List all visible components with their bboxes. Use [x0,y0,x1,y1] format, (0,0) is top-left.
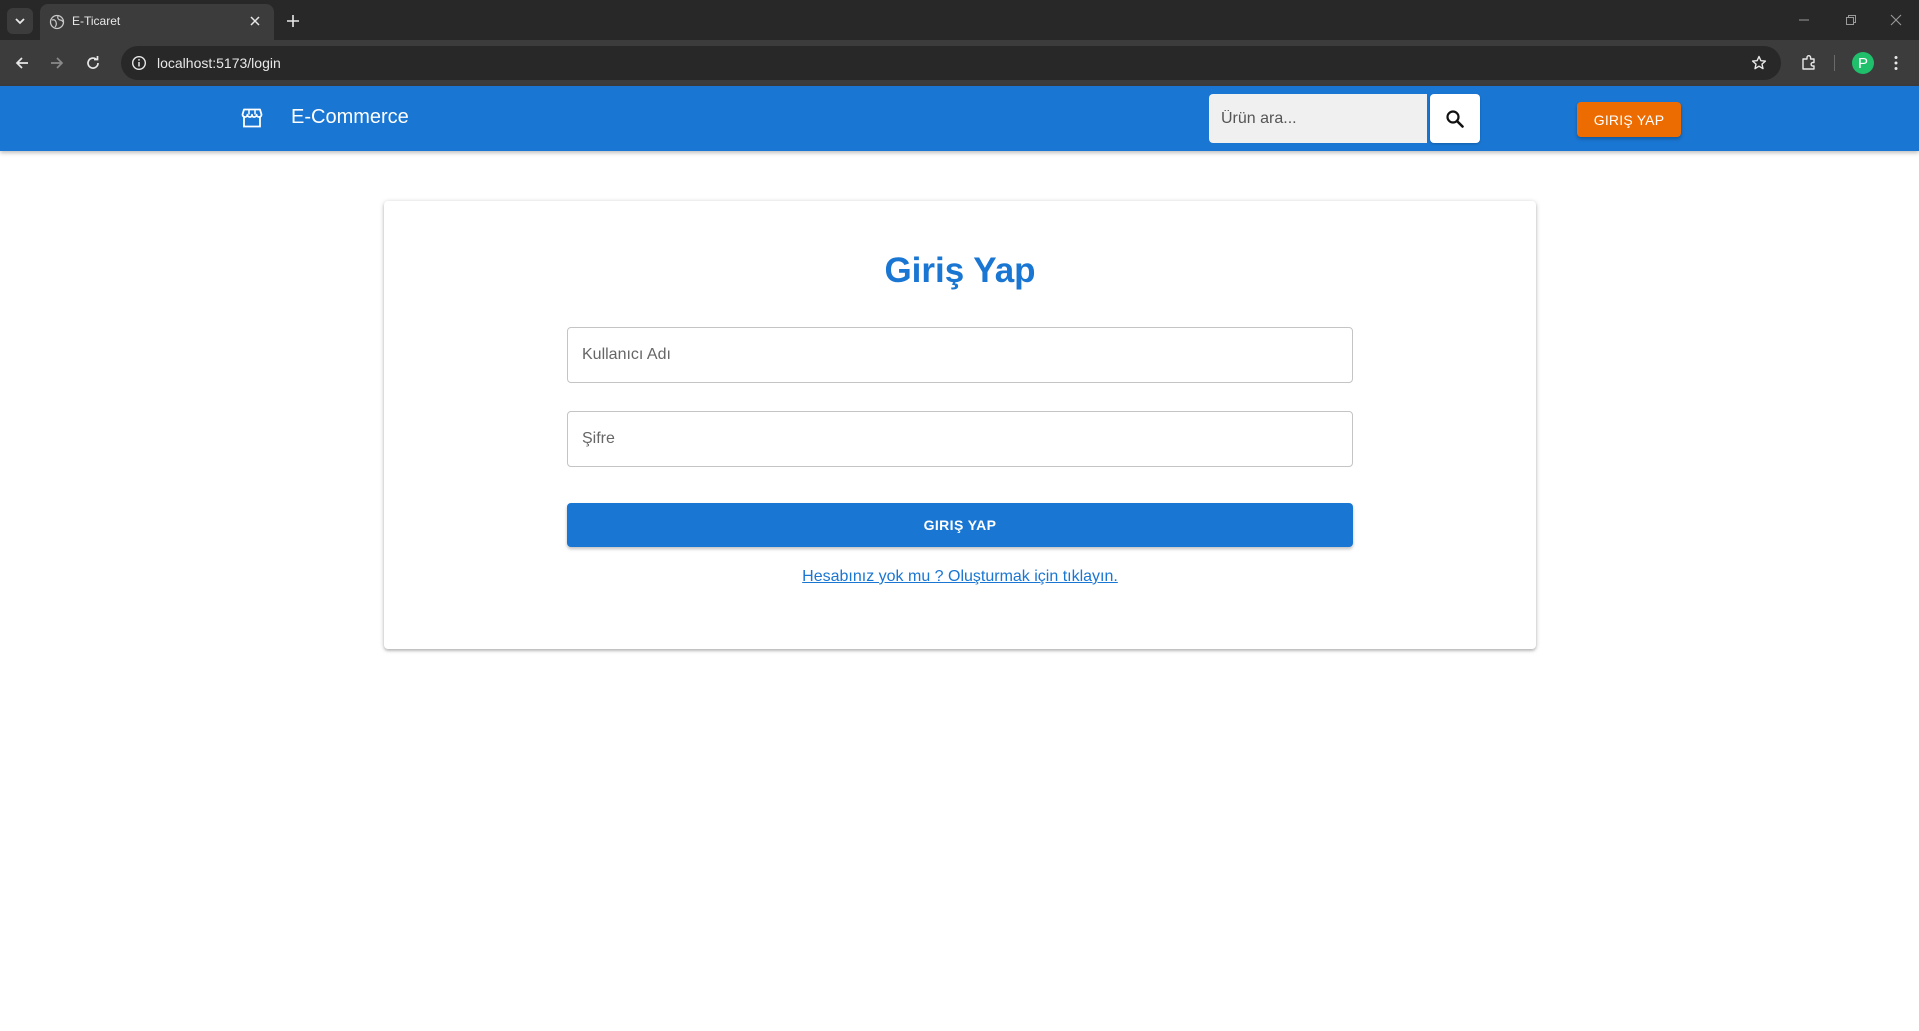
puzzle-icon [1802,55,1815,70]
globe-icon [49,14,65,30]
page-title: Giriş Yap [884,251,1036,290]
back-button[interactable] [7,48,37,78]
url-text[interactable]: localhost:5173/login [157,55,281,71]
forward-button[interactable] [42,48,72,78]
search-icon [1446,109,1464,128]
restore-button[interactable] [1828,0,1874,40]
login-card: Giriş Yap Kullanıcı Adı Şifre GIRIŞ YAP … [384,201,1536,649]
star-icon [1751,55,1767,70]
browser-tab-bar: E-Ticaret [0,0,1919,40]
tab-search-button[interactable] [7,8,33,34]
chevron-down-icon [15,18,25,25]
password-field[interactable]: Şifre [567,411,1353,467]
browser-tab[interactable]: E-Ticaret [40,4,274,40]
arrow-left-icon [15,57,28,69]
browser-menu-button[interactable] [1881,48,1911,78]
username-label: Kullanıcı Adı [582,346,671,363]
storefront-icon[interactable] [240,106,264,130]
product-search-input[interactable] [1209,94,1427,143]
reload-button[interactable] [78,48,108,78]
restore-icon [1846,15,1856,25]
brand-title[interactable]: E-Commerce [291,106,409,129]
tab-close-button[interactable] [244,10,266,32]
password-label: Şifre [582,430,615,447]
info-icon [131,55,147,71]
minimize-icon [1799,19,1809,21]
username-field[interactable]: Kullanıcı Adı [567,327,1353,383]
search-button[interactable] [1430,94,1480,143]
reload-icon [87,56,99,69]
login-submit-button[interactable]: GIRIŞ YAP [567,503,1353,547]
app-header: E-Commerce GIRIŞ YAP [0,86,1919,151]
minimize-button[interactable] [1781,0,1827,40]
close-icon [250,16,260,26]
close-window-button[interactable] [1873,0,1919,40]
extensions-button[interactable] [1794,48,1824,78]
register-link[interactable]: Hesabınız yok mu ? Oluşturmak için tıkla… [384,568,1536,586]
address-bar[interactable]: localhost:5173/login [121,46,1781,80]
plus-icon [287,15,299,27]
arrow-right-icon [51,57,64,69]
browser-toolbar: localhost:5173/login [0,40,1919,86]
site-info-button[interactable] [129,53,149,73]
new-tab-button[interactable] [280,8,306,34]
bookmark-button[interactable] [1749,53,1769,73]
toolbar-divider [1834,55,1835,71]
close-icon [1890,14,1902,26]
more-vertical-icon [1894,56,1898,70]
tab-title: E-Ticaret [72,14,121,28]
header-login-button[interactable]: GIRIŞ YAP [1577,102,1681,137]
profile-avatar[interactable]: P [1852,52,1874,74]
